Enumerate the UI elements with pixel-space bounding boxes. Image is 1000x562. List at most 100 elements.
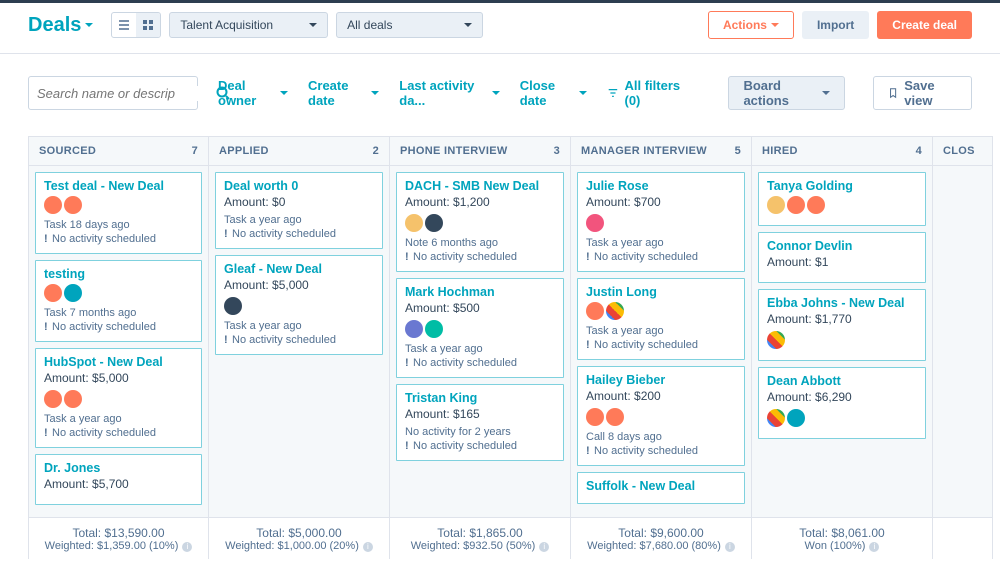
filter-close-date[interactable]: Close date (520, 78, 587, 108)
column-body: Julie Rose Amount: $700 Task a year ago … (571, 166, 751, 517)
list-view-icon[interactable] (112, 13, 136, 37)
deal-warning: No activity scheduled (405, 251, 555, 263)
avatar (606, 302, 624, 320)
deal-name: testing (44, 267, 193, 281)
deal-card[interactable]: Dean Abbott Amount: $6,290 (758, 367, 926, 439)
deal-card[interactable]: Suffolk - New Deal (577, 472, 745, 504)
deal-card[interactable]: Tanya Golding (758, 172, 926, 226)
avatar-row (586, 214, 736, 232)
filter-create-date[interactable]: Create date (308, 78, 379, 108)
filter-last-activity[interactable]: Last activity da... (399, 78, 499, 108)
info-icon[interactable]: i (182, 542, 192, 552)
label: Deal owner (218, 78, 276, 108)
page-title[interactable]: Deals (28, 14, 93, 37)
column-count: 4 (916, 145, 922, 157)
deal-amount: Amount: $1 (767, 255, 917, 269)
deal-warning: No activity scheduled (405, 357, 555, 369)
deal-card[interactable]: Dr. Jones Amount: $5,700 (35, 454, 202, 505)
import-button[interactable]: Import (802, 11, 869, 39)
deal-name: Julie Rose (586, 179, 736, 193)
actions-button[interactable]: Actions (708, 11, 794, 39)
deal-card[interactable]: HubSpot - New Deal Amount: $5,000 Task a… (35, 348, 202, 448)
info-icon[interactable]: i (363, 542, 373, 552)
search-input[interactable] (37, 86, 215, 101)
board-column: MANAGER INTERVIEW 5 Julie Rose Amount: $… (571, 136, 752, 559)
column-header[interactable]: APPLIED 2 (209, 136, 389, 166)
avatar (64, 196, 82, 214)
deal-card[interactable]: Test deal - New Deal Task 18 days ago No… (35, 172, 202, 254)
deal-card[interactable]: Ebba Johns - New Deal Amount: $1,770 (758, 289, 926, 361)
deal-amount: Amount: $700 (586, 195, 736, 209)
column-count: 3 (554, 145, 560, 157)
deal-card[interactable]: Deal worth 0 Amount: $0 Task a year ago … (215, 172, 383, 249)
label: Create date (308, 78, 367, 108)
deal-card[interactable]: Hailey Bieber Amount: $200 Call 8 days a… (577, 366, 745, 466)
chevron-down-icon (371, 91, 379, 99)
search-box[interactable] (28, 76, 198, 110)
avatar (586, 408, 604, 426)
all-filters-button[interactable]: All filters (0) (607, 78, 689, 108)
avatar-row (586, 302, 736, 320)
info-icon[interactable]: i (725, 542, 735, 552)
deal-name: Dean Abbott (767, 374, 917, 388)
column-header[interactable]: HIRED 4 (752, 136, 932, 166)
deal-filter-select[interactable]: All deals (336, 12, 483, 38)
column-weighted: Weighted: $1,000.00 (20%)i (225, 540, 373, 552)
column-footer: Total: $9,600.00 Weighted: $7,680.00 (80… (571, 517, 751, 559)
column-footer: Total: $5,000.00 Weighted: $1,000.00 (20… (209, 517, 389, 559)
deal-card[interactable]: Connor Devlin Amount: $1 (758, 232, 926, 283)
column-weighted: Weighted: $7,680.00 (80%)i (587, 540, 735, 552)
deal-note: Task a year ago (224, 214, 374, 226)
deal-name: Gleaf - New Deal (224, 262, 374, 276)
deal-card[interactable]: Gleaf - New Deal Amount: $5,000 Task a y… (215, 255, 383, 355)
save-view-button[interactable]: Save view (873, 76, 972, 110)
top-bar: Deals Talent Acquisition All deals Actio… (0, 0, 1000, 54)
pipeline-label: Talent Acquisition (180, 18, 273, 32)
deal-note: Task a year ago (586, 237, 736, 249)
avatar (807, 196, 825, 214)
label: Board actions (743, 78, 816, 108)
column-header[interactable]: CLOS (933, 136, 992, 166)
pipeline-select[interactable]: Talent Acquisition (169, 12, 328, 38)
chevron-down-icon (492, 91, 500, 99)
avatar (425, 320, 443, 338)
column-total: Total: $9,600.00 (618, 526, 703, 540)
avatar (586, 302, 604, 320)
deal-note: Note 6 months ago (405, 237, 555, 249)
deal-card[interactable]: Tristan King Amount: $165 No activity fo… (396, 384, 564, 461)
info-icon[interactable]: i (539, 542, 549, 552)
deal-note: Task a year ago (405, 343, 555, 355)
avatar (64, 390, 82, 408)
deal-card[interactable]: testing Task 7 months ago No activity sc… (35, 260, 202, 342)
board-view-icon[interactable] (136, 13, 160, 37)
page-title-text: Deals (28, 14, 81, 37)
deal-name: Tanya Golding (767, 179, 917, 193)
column-total: Total: $5,000.00 (256, 526, 341, 540)
deal-name: Hailey Bieber (586, 373, 736, 387)
column-title: APPLIED (219, 145, 269, 157)
column-header[interactable]: SOURCED 7 (29, 136, 208, 166)
deal-card[interactable]: Mark Hochman Amount: $500 Task a year ag… (396, 278, 564, 378)
filter-deal-owner[interactable]: Deal owner (218, 78, 288, 108)
avatar (586, 214, 604, 232)
avatar (767, 409, 785, 427)
deal-card[interactable]: Justin Long Task a year ago No activity … (577, 278, 745, 360)
column-header[interactable]: PHONE INTERVIEW 3 (390, 136, 570, 166)
view-toggle (111, 12, 161, 38)
info-icon[interactable]: i (869, 542, 879, 552)
column-header[interactable]: MANAGER INTERVIEW 5 (571, 136, 751, 166)
create-deal-button[interactable]: Create deal (877, 11, 972, 39)
deal-card[interactable]: Julie Rose Amount: $700 Task a year ago … (577, 172, 745, 272)
avatar-row (767, 409, 917, 427)
chevron-down-icon (771, 23, 779, 31)
filter-bar: Deal owner Create date Last activity da.… (0, 54, 1000, 136)
avatar (224, 297, 242, 315)
deal-amount: Amount: $1,200 (405, 195, 555, 209)
chevron-down-icon (280, 91, 288, 99)
deal-warning: No activity scheduled (224, 334, 374, 346)
deal-name: DACH - SMB New Deal (405, 179, 555, 193)
board-actions-button[interactable]: Board actions (728, 76, 845, 110)
deal-name: Ebba Johns - New Deal (767, 296, 917, 310)
deal-warning: No activity scheduled (44, 321, 193, 333)
deal-card[interactable]: DACH - SMB New Deal Amount: $1,200 Note … (396, 172, 564, 272)
